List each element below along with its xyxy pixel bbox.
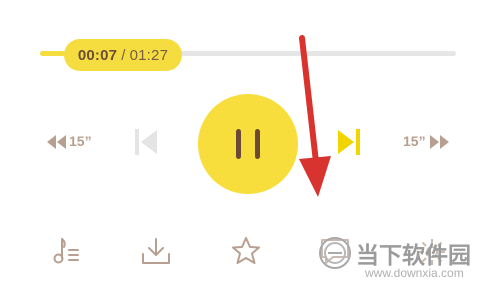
audio-player-screen: 00:07 / 01:27 15” 15” 当下软件园 www.downxia.… (0, 0, 497, 302)
annotation-arrow (299, 35, 331, 197)
